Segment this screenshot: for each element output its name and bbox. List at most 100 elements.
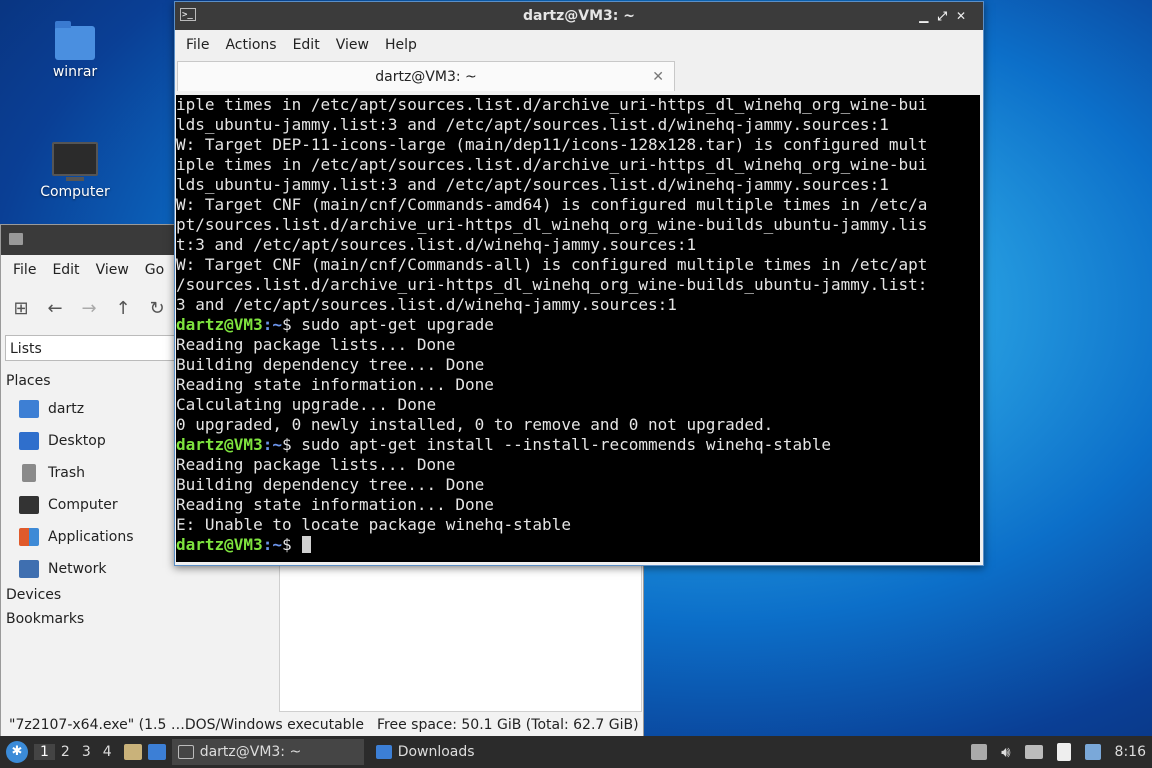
terminal-output-line: lds_ubuntu-jammy.list:3 and /etc/apt/sou… <box>176 115 889 134</box>
status-bar: "7z2107-x64.exe" (1.5 …DOS/Windows execu… <box>1 713 643 737</box>
file-list-area[interactable] <box>279 565 642 712</box>
menu-file[interactable]: File <box>5 262 44 278</box>
prompt-user: dartz@VM3 <box>176 535 263 554</box>
terminal-output-line: E: Unable to locate package winehq-stabl… <box>176 515 571 534</box>
terminal-output-line: 0 upgraded, 0 newly installed, 0 to remo… <box>176 415 774 434</box>
menu-edit[interactable]: Edit <box>285 37 328 53</box>
terminal-output-line: iple times in /etc/apt/sources.list.d/ar… <box>176 95 928 114</box>
workspace-1[interactable]: 1 <box>34 744 55 760</box>
sidebar-item-label: Trash <box>48 465 85 481</box>
prompt-path: :~ <box>262 535 282 554</box>
sidebar-item-label: Computer <box>48 497 118 513</box>
menu-edit[interactable]: Edit <box>44 262 87 278</box>
workspace-3[interactable]: 3 <box>76 744 97 760</box>
update-notifier-icon[interactable] <box>1084 744 1101 760</box>
computer-icon <box>19 496 39 514</box>
trash-icon <box>22 464 36 482</box>
up-arrow-icon[interactable]: ↑ <box>113 298 133 319</box>
terminal-output[interactable]: iple times in /etc/apt/sources.list.d/ar… <box>176 95 980 562</box>
computer-icon <box>52 142 98 181</box>
terminal-output-line: pt/sources.list.d/archive_uri-https_dl_w… <box>176 215 928 234</box>
clipboard-icon[interactable] <box>1056 743 1071 761</box>
removable-media-icon[interactable] <box>971 744 988 760</box>
sidebar-item-label: dartz <box>48 401 85 417</box>
network-status-icon[interactable] <box>1024 745 1043 759</box>
clock[interactable]: 8:16 <box>1115 744 1146 760</box>
sidebar-item-label: Desktop <box>48 433 106 449</box>
volume-icon[interactable]: 🔊︎ <box>1001 743 1010 761</box>
home-folder-icon <box>19 400 39 418</box>
terminal-title: dartz@VM3: ~ <box>523 8 635 24</box>
terminal-output-line: Reading state information... Done <box>176 375 494 394</box>
window-controls: ▁⤢✕ <box>919 2 975 30</box>
terminal-icon <box>177 745 194 759</box>
terminal-window: >_ dartz@VM3: ~ ▁⤢✕ File Actions Edit Vi… <box>174 1 984 566</box>
terminal-titlebar[interactable]: >_ dartz@VM3: ~ ▁⤢✕ <box>175 2 983 30</box>
command-text: $ sudo apt-get upgrade <box>281 315 494 334</box>
terminal-output-line: 3 and /etc/apt/sources.list.d/winehq-jam… <box>176 295 677 314</box>
terminal-icon: >_ <box>180 8 196 21</box>
workspace-2[interactable]: 2 <box>55 744 76 760</box>
forward-arrow-icon[interactable]: → <box>79 298 99 319</box>
status-free-space: Free space: 50.1 GiB (Total: 62.7 GiB) <box>377 717 639 733</box>
menu-go[interactable]: Go <box>137 262 172 278</box>
terminal-tab[interactable]: dartz@VM3: ~ ✕ <box>177 61 675 91</box>
desktop-icon-winrar[interactable]: winrar <box>30 21 120 80</box>
taskbar: ✱ 1 2 3 4 dartz@VM3: ~ Downloads 🔊︎ 8:16 <box>0 736 1152 768</box>
applications-icon <box>19 528 39 546</box>
prompt-user: dartz@VM3 <box>176 315 263 334</box>
terminal-output-line: Building dependency tree... Done <box>176 475 485 494</box>
side-pane-mode-select[interactable]: Lists <box>5 335 185 361</box>
command-text: $ sudo apt-get install --install-recomme… <box>281 435 832 454</box>
bookmarks-heading[interactable]: Bookmarks <box>1 607 276 631</box>
folder-icon <box>55 21 95 60</box>
terminal-output-line: Building dependency tree... Done <box>176 355 485 374</box>
workspace-4[interactable]: 4 <box>97 744 118 760</box>
sidebar-item-label: Applications <box>48 529 134 545</box>
minimize-icon[interactable]: ▁ <box>919 9 937 23</box>
menu-file[interactable]: File <box>178 37 217 53</box>
menu-help[interactable]: Help <box>377 37 425 53</box>
maximize-icon[interactable]: ⤢ <box>937 9 956 23</box>
terminal-output-line: Reading state information... Done <box>176 495 494 514</box>
menu-view[interactable]: View <box>88 262 137 278</box>
close-icon[interactable]: ✕ <box>956 9 975 23</box>
terminal-output-line: Calculating upgrade... Done <box>176 395 437 414</box>
prompt-user: dartz@VM3 <box>176 435 263 454</box>
sidebar-item-label: Network <box>48 561 107 577</box>
close-tab-icon[interactable]: ✕ <box>652 62 664 92</box>
new-window-icon[interactable]: ⊞ <box>11 298 31 319</box>
terminal-cursor <box>302 536 312 553</box>
menu-actions[interactable]: Actions <box>217 37 284 53</box>
prompt-path: :~ <box>262 435 282 454</box>
terminal-command-line: dartz@VM3:~$ sudo apt-get install --inst… <box>176 435 980 455</box>
desktop-icon <box>19 432 39 450</box>
back-arrow-icon[interactable]: ← <box>45 298 65 319</box>
desktop-icon-label: winrar <box>52 64 98 80</box>
terminal-output-line: Reading package lists... Done <box>176 455 456 474</box>
task-label: Downloads <box>397 744 475 760</box>
terminal-menubar: File Actions Edit View Help <box>175 30 983 60</box>
folder-icon <box>9 233 23 245</box>
terminal-output-line: W: Target DEP-11-icons-large (main/dep11… <box>176 135 928 154</box>
menu-view[interactable]: View <box>328 37 377 53</box>
task-downloads[interactable]: Downloads <box>370 739 481 765</box>
task-label: dartz@VM3: ~ <box>199 744 302 760</box>
reload-icon[interactable]: ↻ <box>147 298 167 319</box>
prompt-path: :~ <box>262 315 282 334</box>
terminal-output-line: /sources.list.d/archive_uri-https_dl_win… <box>176 275 928 294</box>
terminal-output-line: Reading package lists... Done <box>176 335 456 354</box>
status-selection: "7z2107-x64.exe" (1.5 …DOS/Windows execu… <box>9 717 365 733</box>
devices-heading[interactable]: Devices <box>1 585 276 607</box>
task-terminal[interactable]: dartz@VM3: ~ <box>171 739 364 765</box>
terminal-output-line: W: Target CNF (main/cnf/Commands-all) is… <box>176 255 928 274</box>
network-icon <box>19 560 39 578</box>
desktop-icon-label: Computer <box>40 184 110 200</box>
desktop-icon-computer[interactable]: Computer <box>30 142 120 200</box>
show-desktop-icon[interactable] <box>147 744 166 760</box>
file-manager-launcher-icon[interactable] <box>123 744 142 760</box>
start-menu-icon[interactable]: ✱ <box>6 741 28 763</box>
terminal-tab-label: dartz@VM3: ~ <box>375 69 477 85</box>
terminal-output-line: t:3 and /etc/apt/sources.list.d/winehq-j… <box>176 235 697 254</box>
terminal-output-line: lds_ubuntu-jammy.list:3 and /etc/apt/sou… <box>176 175 889 194</box>
